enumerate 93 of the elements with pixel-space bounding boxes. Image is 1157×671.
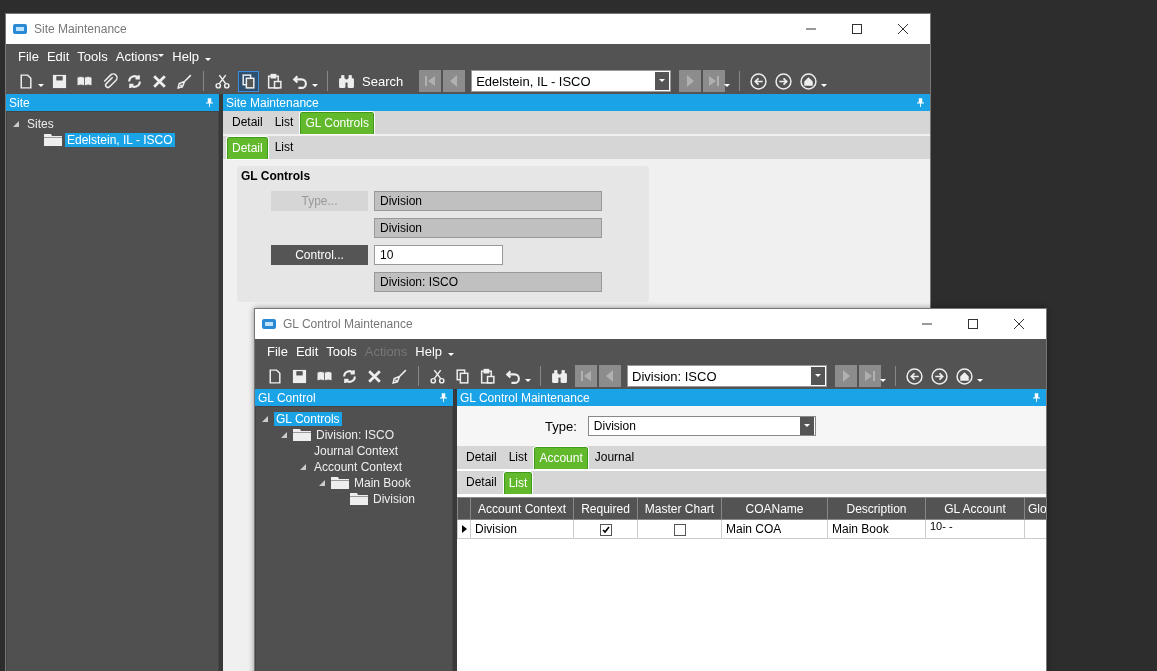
next-record-button[interactable] <box>679 70 702 92</box>
expand-arrow-icon[interactable] <box>300 464 306 470</box>
caret-icon[interactable] <box>803 424 810 428</box>
menu-item[interactable]: Help <box>172 48 200 64</box>
type-dropdown[interactable]: Division <box>587 416 816 436</box>
caret-icon[interactable] <box>880 379 886 383</box>
caret-icon[interactable] <box>977 379 983 383</box>
tree-item[interactable]: Account Context <box>312 460 405 474</box>
tab[interactable]: Detail <box>461 472 502 494</box>
previous-record-button[interactable] <box>443 70 466 92</box>
record-dropdown[interactable]: Edelstein, IL - ISCO <box>471 70 672 92</box>
pin-icon[interactable] <box>917 98 924 107</box>
menu-item[interactable]: Actions <box>115 48 159 64</box>
caret-icon[interactable] <box>205 58 212 62</box>
panel-title: GL Control Maintenance <box>460 390 590 405</box>
menu-item[interactable]: File <box>18 48 39 64</box>
folder-icon <box>44 134 62 146</box>
field-label: Type: <box>545 418 577 434</box>
copy-icon[interactable] <box>453 366 472 386</box>
close-icon[interactable] <box>895 21 911 37</box>
panel-title: Site <box>9 95 30 110</box>
lookup-button[interactable]: Control... <box>271 245 368 265</box>
menu-item[interactable]: Edit <box>46 48 70 64</box>
window-title: GL Control Maintenance <box>283 317 413 331</box>
checkbox[interactable] <box>599 523 612 536</box>
folder-icon <box>350 493 368 505</box>
tree-item[interactable]: Main Book <box>352 476 413 490</box>
folder-icon <box>293 429 311 441</box>
caret-icon[interactable] <box>312 84 318 88</box>
tree-item[interactable]: Division: ISCO <box>314 428 397 442</box>
app-icon <box>12 21 28 37</box>
table-cell: Division <box>470 519 574 539</box>
caret-icon[interactable] <box>38 84 44 88</box>
close-icon[interactable] <box>1011 316 1027 332</box>
maximize-icon[interactable] <box>965 316 981 332</box>
column-header[interactable]: Required <box>573 497 638 520</box>
input-field[interactable]: Division <box>374 191 602 211</box>
record-dropdown[interactable]: Division: ISCO <box>627 365 827 387</box>
window-title: Site Maintenance <box>34 22 127 36</box>
app-icon <box>261 316 277 332</box>
column-header[interactable]: Account Context <box>470 497 574 520</box>
pin-icon[interactable] <box>1033 393 1040 402</box>
tree-item[interactable]: Division <box>371 492 417 506</box>
menu-item[interactable]: Edit <box>295 343 319 359</box>
pin-icon[interactable] <box>440 393 447 402</box>
input-field[interactable]: Division <box>374 218 602 238</box>
paste-icon[interactable] <box>478 366 497 386</box>
caret-icon[interactable] <box>815 374 821 378</box>
tab[interactable]: List <box>269 112 299 134</box>
column-header[interactable]: Description <box>827 497 926 520</box>
last-record-button[interactable] <box>703 70 726 92</box>
table-cell: Main Book <box>827 519 926 539</box>
caret-icon[interactable] <box>724 84 731 88</box>
home-icon[interactable] <box>955 366 974 386</box>
tab[interactable]: Detail <box>461 447 502 469</box>
copy-icon[interactable] <box>238 70 259 92</box>
expand-arrow-icon[interactable] <box>262 416 268 422</box>
search-button[interactable]: Search <box>362 73 404 89</box>
expand-arrow-icon[interactable] <box>13 121 19 127</box>
input-field[interactable]: Division: ISCO <box>374 272 602 292</box>
column-header[interactable]: GL Account <box>925 497 1025 520</box>
tab[interactable]: Detail <box>227 112 268 134</box>
maximize-icon[interactable] <box>849 21 865 37</box>
tree-item[interactable]: Sites <box>25 117 56 131</box>
first-record-button[interactable] <box>419 70 442 92</box>
input-field[interactable]: 10 <box>374 245 503 265</box>
caret-icon[interactable] <box>659 79 666 83</box>
menu-item[interactable]: File <box>267 343 288 359</box>
table-cell: Main COA <box>721 519 828 539</box>
tab[interactable]: Journal <box>589 447 640 469</box>
panel-title: GL Control <box>258 390 316 405</box>
tab[interactable]: List <box>269 137 299 159</box>
checkbox[interactable] <box>673 523 686 536</box>
home-icon[interactable] <box>799 71 819 91</box>
column-header[interactable]: Glo <box>1024 497 1046 520</box>
folder-icon <box>331 477 349 489</box>
table-cell: 10- - <box>925 519 1025 539</box>
group-title: GL Controls <box>241 169 312 183</box>
column-header[interactable]: COAName <box>721 497 828 520</box>
tree-item[interactable]: Journal Context <box>312 444 401 458</box>
pin-icon[interactable] <box>206 98 213 107</box>
menu-item[interactable]: Tools <box>326 343 357 359</box>
caret-icon[interactable] <box>525 379 531 383</box>
caret-icon[interactable] <box>448 353 455 357</box>
menu-item[interactable]: Help <box>415 343 443 359</box>
expand-arrow-icon[interactable] <box>281 432 287 438</box>
tab[interactable]: List <box>503 447 533 469</box>
expand-arrow-icon[interactable] <box>319 480 325 486</box>
panel-title: Site Maintenance <box>226 95 319 110</box>
caret-icon[interactable] <box>821 84 828 88</box>
paste-icon[interactable] <box>265 71 284 91</box>
menu-item[interactable]: Tools <box>77 48 108 64</box>
column-header[interactable]: Master Chart <box>637 497 722 520</box>
